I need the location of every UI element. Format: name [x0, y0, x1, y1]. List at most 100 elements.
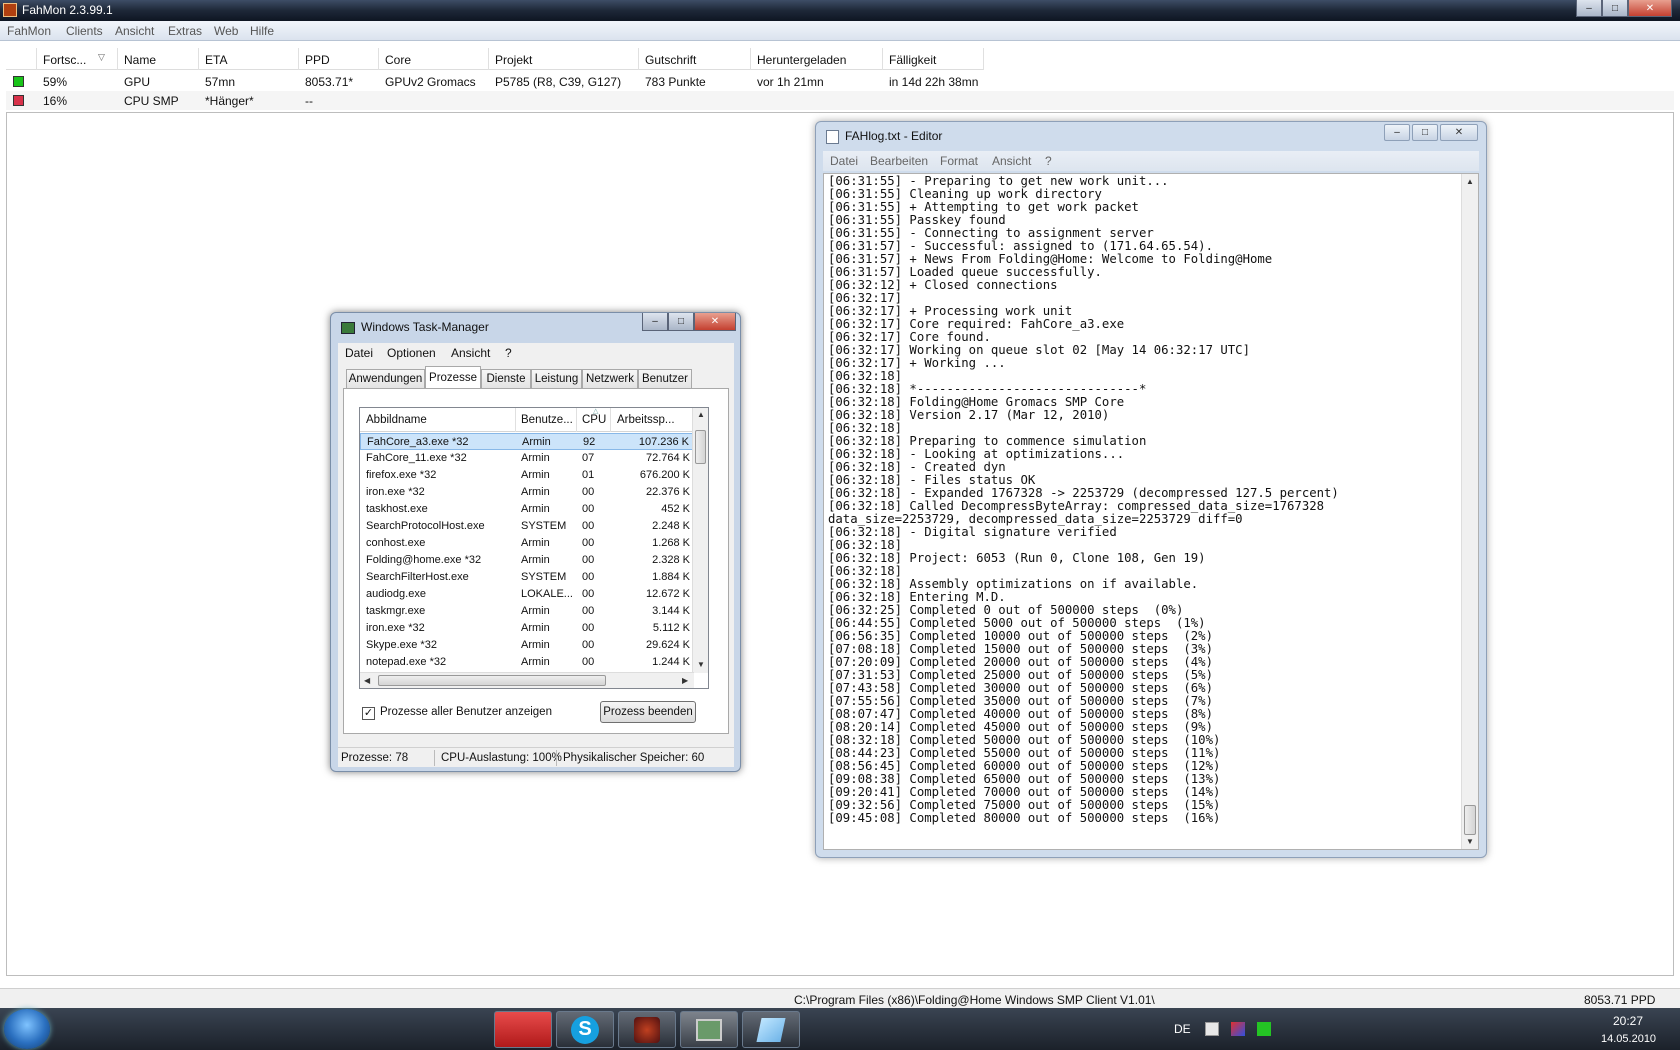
process-row[interactable]: iron.exe *32 Armin 00 22.376 K: [360, 484, 694, 501]
tm-menu-help[interactable]: ?: [505, 346, 512, 360]
tab-anwendungen[interactable]: Anwendungen: [346, 369, 425, 389]
client-row-gpu[interactable]: 59% GPU 57mn 8053.71* GPUv2 Gromacs P578…: [6, 72, 1674, 91]
col-ppd[interactable]: PPD: [305, 53, 330, 67]
tab-leistung[interactable]: Leistung: [531, 369, 582, 389]
tray-status-icon[interactable]: [1257, 1022, 1271, 1036]
process-row[interactable]: SearchFilterHost.exe SYSTEM 00 1.884 K: [360, 569, 694, 586]
notepad-vscrollbar[interactable]: ▲ ▼: [1461, 174, 1478, 849]
menu-clients[interactable]: Clients: [66, 24, 103, 38]
process-row[interactable]: taskhost.exe Armin 00 452 K: [360, 501, 694, 518]
process-memory: 676.200 K: [639, 469, 690, 481]
process-cpu: 00: [582, 537, 595, 549]
scroll-up-icon[interactable]: ▲: [1466, 177, 1474, 186]
col-progress[interactable]: Fortsc...: [43, 53, 86, 67]
clock-time[interactable]: 20:27: [1613, 1014, 1643, 1028]
skype-icon[interactable]: S: [556, 1011, 614, 1048]
menu-ansicht[interactable]: Ansicht: [115, 24, 154, 38]
scroll-up-icon[interactable]: ▲: [697, 410, 705, 419]
col-downloaded[interactable]: Heruntergeladen: [757, 53, 846, 67]
process-user: Armin: [521, 452, 550, 464]
scroll-left-icon[interactable]: ◀: [364, 676, 370, 685]
process-list-vscrollbar[interactable]: ▲ ▼: [692, 408, 708, 673]
scroll-down-icon[interactable]: ▼: [1466, 837, 1474, 846]
tab-dienste[interactable]: Dienste: [481, 369, 531, 389]
process-row[interactable]: Skype.exe *32 Armin 00 29.624 K: [360, 637, 694, 654]
red-app-icon[interactable]: [494, 1011, 552, 1048]
process-memory: 22.376 K: [645, 486, 690, 498]
process-row[interactable]: conhost.exe Armin 00 1.268 K: [360, 535, 694, 552]
process-list[interactable]: Abbildname Benutze... △ CPU Arbeitssp...…: [359, 407, 709, 689]
col-project[interactable]: Projekt: [495, 53, 532, 67]
notepad-icon[interactable]: [742, 1011, 800, 1048]
menu-hilfe[interactable]: Hilfe: [250, 24, 274, 38]
process-row[interactable]: iron.exe *32 Armin 00 5.112 K: [360, 620, 694, 637]
task-manager-minimize-button[interactable]: –: [642, 313, 668, 331]
scroll-right-icon[interactable]: ▶: [682, 676, 688, 685]
language-indicator[interactable]: DE: [1174, 1022, 1191, 1036]
tm-menu-ansicht[interactable]: Ansicht: [451, 346, 490, 360]
tab-netzwerk[interactable]: Netzwerk: [582, 369, 638, 389]
fahmon-maximize-button[interactable]: □: [1602, 0, 1628, 17]
menu-fahmon[interactable]: FahMon: [7, 24, 51, 38]
col-memory[interactable]: Arbeitssp...: [617, 414, 675, 426]
process-list-vthumb[interactable]: [695, 430, 706, 464]
col-core[interactable]: Core: [385, 53, 411, 67]
process-row[interactable]: FahCore_a3.exe *32 Armin 92 107.236 K: [360, 433, 694, 450]
fahmon-minimize-button[interactable]: –: [1576, 0, 1602, 17]
ed-menu-datei[interactable]: Datei: [830, 154, 858, 168]
notepad-minimize-button[interactable]: –: [1384, 124, 1410, 141]
col-credit[interactable]: Gutschrift: [645, 53, 696, 67]
col-due[interactable]: Fälligkeit: [889, 53, 936, 67]
notepad-window[interactable]: FAHlog.txt - Editor – □ ✕ Datei Bearbeit…: [815, 121, 1487, 858]
process-row[interactable]: Folding@home.exe *32 Armin 00 2.328 K: [360, 552, 694, 569]
col-user[interactable]: Benutze...: [521, 414, 573, 426]
process-row[interactable]: taskmgr.exe Armin 00 3.144 K: [360, 603, 694, 620]
notepad-maximize-button[interactable]: □: [1412, 124, 1438, 141]
notepad-text-area[interactable]: [06:31:55] - Preparing to get new work u…: [823, 173, 1479, 850]
ed-menu-ansicht[interactable]: Ansicht: [992, 154, 1031, 168]
col-eta[interactable]: ETA: [205, 53, 227, 67]
task-manager-maximize-button[interactable]: □: [668, 313, 694, 331]
col-image-name[interactable]: Abbildname: [366, 414, 427, 426]
col-cpu[interactable]: CPU: [582, 414, 606, 426]
tm-menu-datei[interactable]: Datei: [345, 346, 373, 360]
menu-extras[interactable]: Extras: [168, 24, 202, 38]
scroll-down-icon[interactable]: ▼: [697, 660, 705, 669]
task-manager-icon[interactable]: [680, 1011, 738, 1048]
fahmon-titlebar[interactable]: FahMon 2.3.99.1 – □ ✕: [0, 0, 1680, 21]
tray-flag-icon[interactable]: [1205, 1022, 1219, 1036]
notepad-vthumb[interactable]: [1464, 805, 1476, 835]
end-process-button[interactable]: Prozess beenden: [600, 701, 696, 723]
task-manager-close-button[interactable]: ✕: [694, 313, 736, 331]
col-name[interactable]: Name: [124, 53, 156, 67]
process-cpu: 00: [582, 588, 595, 600]
tm-menu-optionen[interactable]: Optionen: [387, 346, 436, 360]
process-list-hthumb[interactable]: [378, 675, 606, 686]
ed-menu-help[interactable]: ?: [1045, 154, 1052, 168]
process-row[interactable]: FahCore_11.exe *32 Armin 07 72.764 K: [360, 450, 694, 467]
clock-date[interactable]: 14.05.2010: [1601, 1033, 1656, 1045]
process-row[interactable]: notepad.exe *32 Armin 00 1.244 K: [360, 654, 694, 671]
fahmon-icon[interactable]: [618, 1011, 676, 1048]
process-list-hscrollbar[interactable]: ◀ ▶: [360, 672, 694, 688]
client-row-cpu-smp[interactable]: 16% CPU SMP *Hänger* --: [6, 91, 1674, 110]
show-all-users-label[interactable]: Prozesse aller Benutzer anzeigen: [380, 706, 552, 718]
tray-app-icon[interactable]: [1231, 1022, 1245, 1036]
notepad-close-button[interactable]: ✕: [1440, 124, 1478, 141]
menu-web[interactable]: Web: [214, 24, 238, 38]
ed-menu-format[interactable]: Format: [940, 154, 978, 168]
fahmon-close-button[interactable]: ✕: [1628, 0, 1672, 17]
process-row[interactable]: SearchProtocolHost.exe SYSTEM 00 2.248 K: [360, 518, 694, 535]
task-manager-window[interactable]: Windows Task-Manager – □ ✕ Datei Optione…: [330, 312, 741, 772]
process-name: taskmgr.exe: [366, 605, 426, 617]
start-orb-icon[interactable]: [4, 1009, 50, 1049]
fahmon-statusbar: C:\Program Files (x86)\Folding@Home Wind…: [0, 988, 1680, 1008]
show-all-users-checkbox[interactable]: ✓: [362, 707, 375, 720]
process-cpu: 00: [582, 622, 595, 634]
ed-menu-bearbeiten[interactable]: Bearbeiten: [870, 154, 928, 168]
process-cpu: 01: [582, 469, 595, 481]
process-row[interactable]: audiodg.exe LOKALE... 00 12.672 K: [360, 586, 694, 603]
tab-benutzer[interactable]: Benutzer: [638, 369, 692, 389]
process-row[interactable]: firefox.exe *32 Armin 01 676.200 K: [360, 467, 694, 484]
tab-prozesse[interactable]: Prozesse: [425, 366, 481, 389]
